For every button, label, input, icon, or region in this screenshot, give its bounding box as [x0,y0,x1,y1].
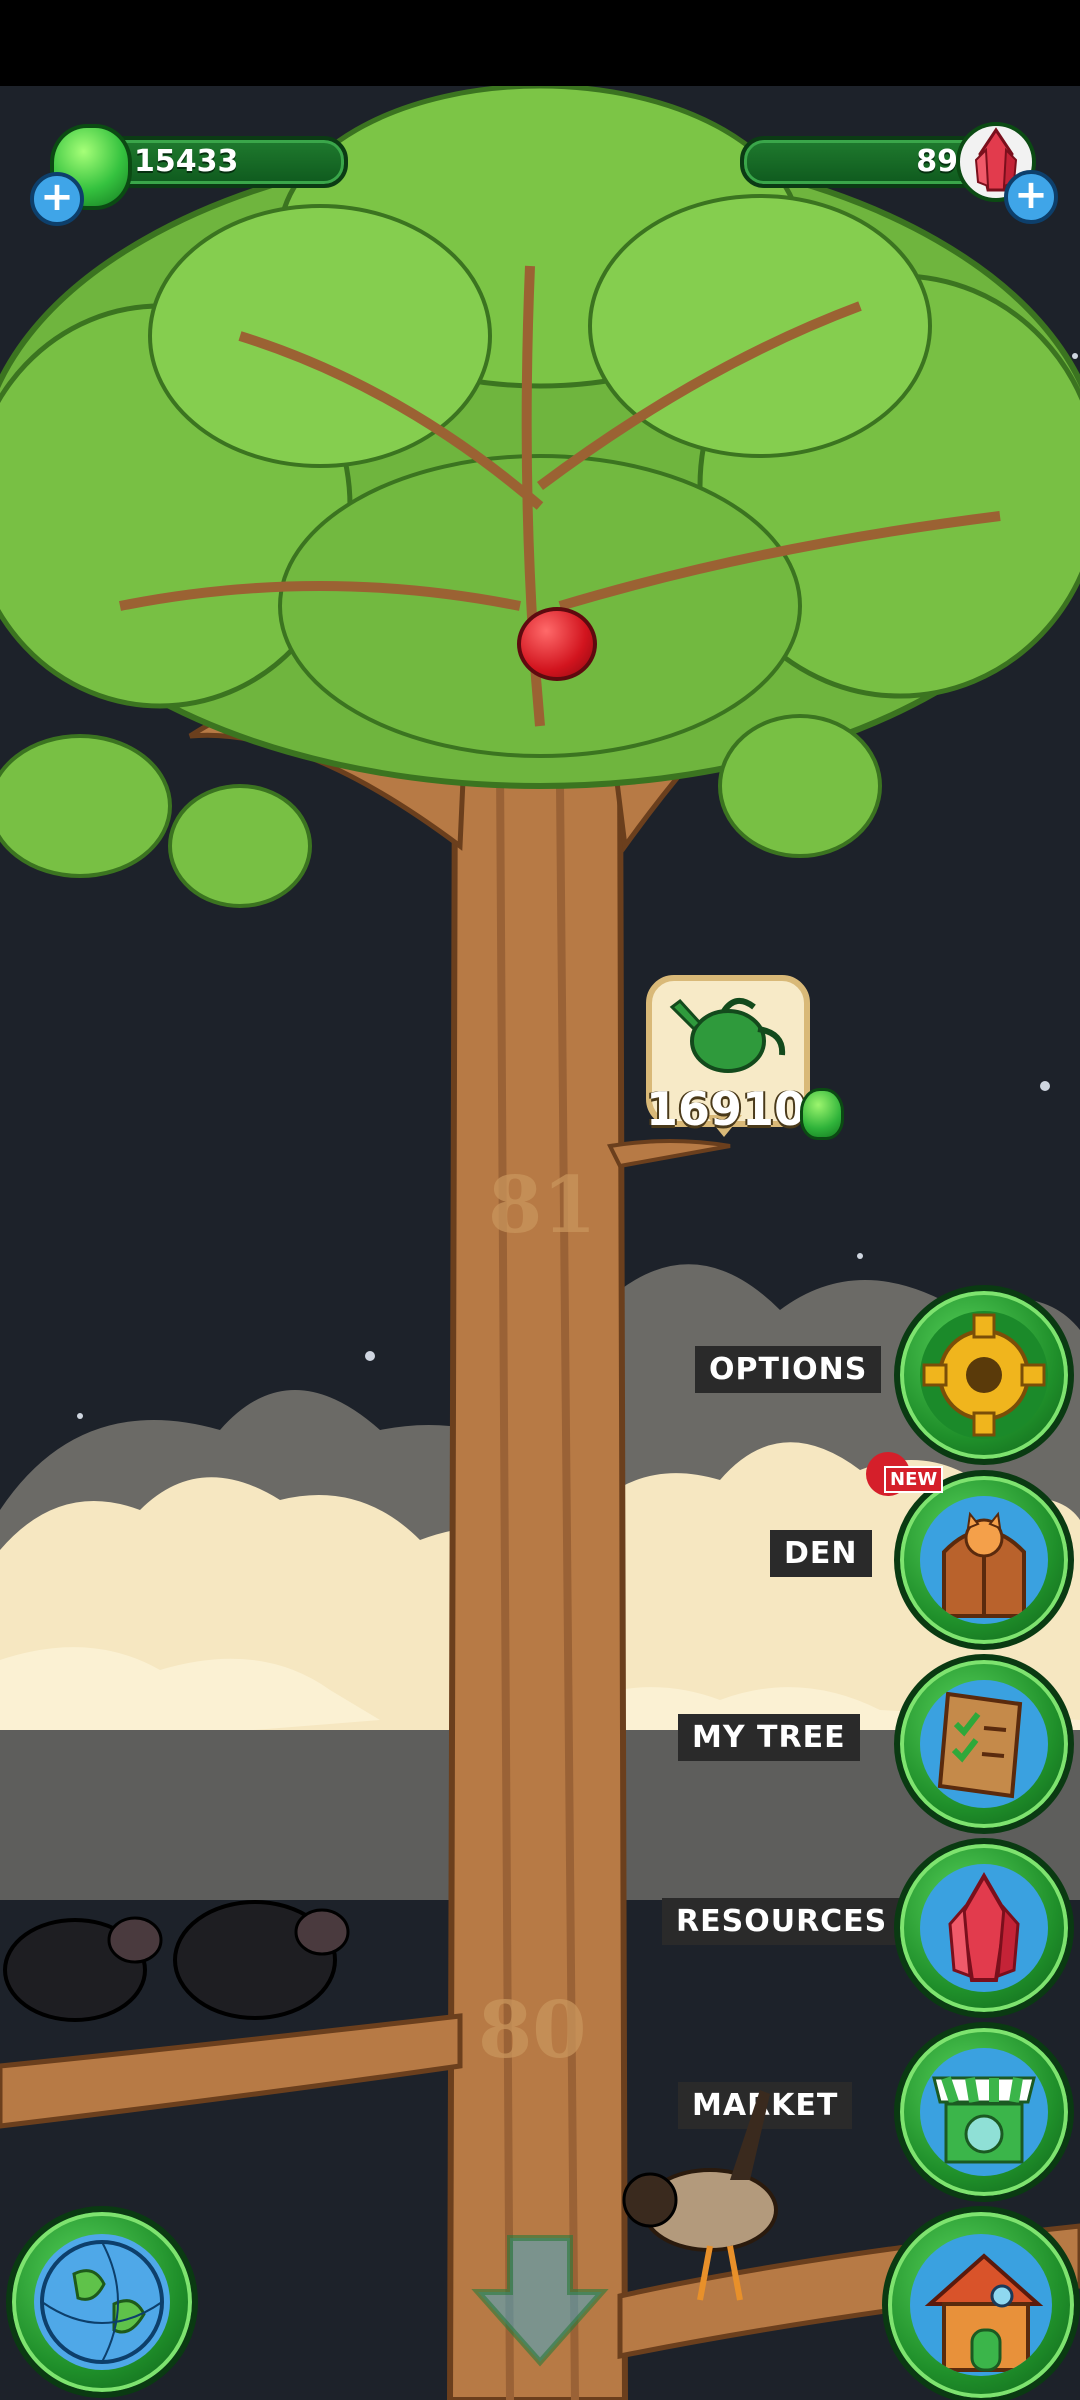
options-label: OPTIONS [695,1346,882,1393]
game-scene: 81 80 16910 15433 + 89 + OPTIONS DEN NEW… [0,0,1080,2400]
den-label: DEN [770,1530,872,1577]
new-badge-text: NEW [884,1466,944,1493]
my-tree-label: MY TREE [678,1714,860,1761]
home-button[interactable] [882,2206,1080,2400]
market-stall-icon [932,2076,1036,2164]
bird-creature[interactable] [610,2070,800,2310]
water-cost-text: 16910 [646,1082,807,1136]
house-icon [924,2253,1044,2372]
my-tree-button[interactable] [894,1654,1074,1834]
green-gem-icon [800,1088,844,1140]
status-bar [0,0,1080,86]
tree-canopy [0,86,1080,908]
globe-icon [40,2240,164,2364]
resources-label: RESOURCES [662,1898,902,1945]
add-gems-button[interactable]: + [30,172,84,226]
level-number-upper: 81 [488,1160,597,1251]
world-map-button[interactable] [6,2206,198,2398]
level-number-lower: 80 [478,1985,587,2076]
scroll-down-arrow[interactable] [470,2232,610,2372]
gear-icon [922,1313,1046,1437]
den-door-icon [942,1511,1026,1618]
gem-count: 15433 [134,144,239,179]
red-apple[interactable] [517,607,597,681]
new-badge: NEW [866,1452,944,1504]
red-crystal-icon [948,1872,1020,1982]
gem-counter-bar: 15433 [100,136,348,188]
add-crystals-button[interactable]: + [1004,170,1058,224]
watering-can-icon [669,998,786,1073]
options-button[interactable] [894,1285,1074,1465]
resources-button[interactable] [894,1838,1074,2018]
black-sheep-creatures[interactable] [0,1880,360,2030]
crystal-count: 89 [916,144,958,179]
crystal-counter-bar: 89 [740,136,988,188]
checklist-scroll-icon [937,1691,1023,1799]
market-button[interactable] [894,2022,1074,2202]
